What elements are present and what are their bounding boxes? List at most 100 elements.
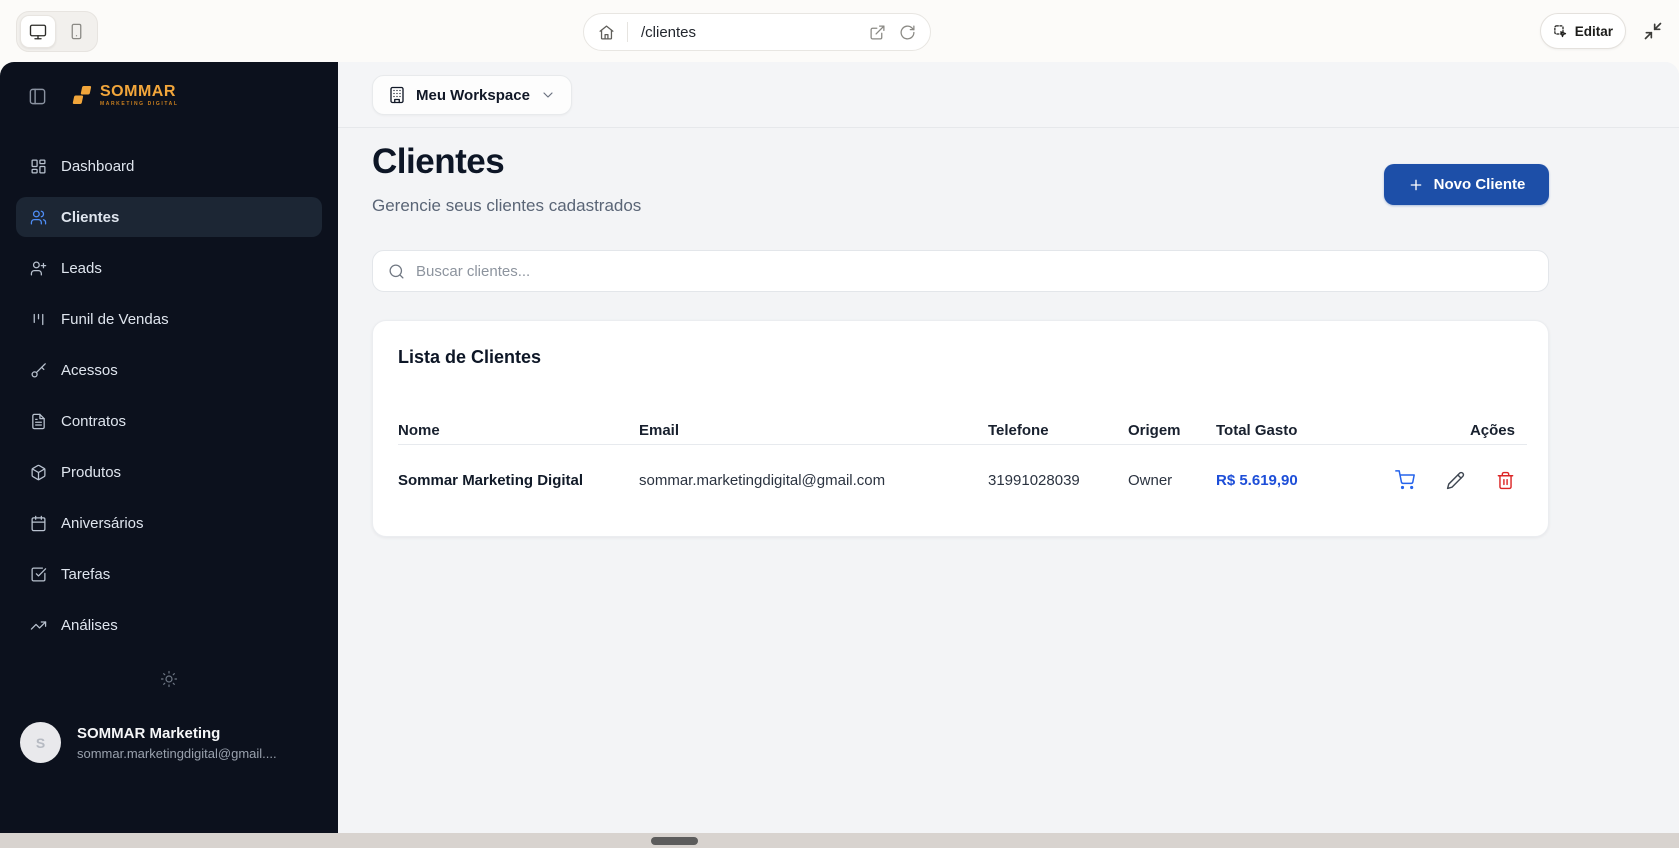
cell-nome: Sommar Marketing Digital: [398, 471, 584, 489]
sidebar-item-produtos[interactable]: Produtos: [16, 452, 322, 492]
cart-action-button[interactable]: [1395, 470, 1415, 490]
workspace-selector[interactable]: Meu Workspace: [372, 75, 572, 115]
sidebar-item-label: Produtos: [61, 463, 122, 481]
theme-toggle-button[interactable]: [160, 670, 178, 688]
topbar-right: Editar: [1539, 13, 1663, 49]
logo-text: SOMMAR: [100, 83, 176, 100]
user-email: sommar.marketingdigital@gmail....: [77, 745, 277, 761]
sidebar-item-tarefas[interactable]: Tarefas: [16, 554, 322, 594]
sidebar-item-contratos[interactable]: Contratos: [16, 401, 322, 441]
page-title: Clientes: [372, 142, 505, 181]
home-icon[interactable]: [598, 24, 615, 41]
minimize-arrows-icon: [1644, 22, 1662, 40]
package-icon: [31, 464, 46, 480]
url-bar[interactable]: /clientes: [583, 13, 931, 51]
user-profile[interactable]: S SOMMAR Marketing sommar.marketingdigit…: [20, 722, 320, 763]
file-text-icon: [32, 413, 45, 429]
shopping-cart-icon: [1395, 470, 1415, 490]
new-client-button[interactable]: Novo Cliente: [1384, 164, 1549, 205]
pencil-icon: [1446, 471, 1465, 489]
trash-icon: [1497, 471, 1514, 489]
sidebar-item-dashboard[interactable]: Dashboard: [16, 146, 322, 186]
key-icon: [31, 362, 46, 378]
clients-list-card: Lista de Clientes Nome Email Telefone Or…: [372, 320, 1549, 537]
sidebar: SOMMAR MARKETING DIGITAL Dashboard Clien…: [0, 62, 338, 833]
plus-icon: [1410, 179, 1421, 190]
column-header-acoes: Ações: [1469, 421, 1515, 439]
row-actions: [1382, 470, 1527, 490]
card-title: Lista de Clientes: [398, 347, 542, 367]
users-icon: [30, 209, 47, 225]
url-divider: [627, 22, 628, 42]
square-check-icon: [31, 566, 47, 582]
sun-icon: [160, 670, 178, 688]
edit-button[interactable]: Editar: [1539, 13, 1626, 49]
chevron-down-icon: [543, 92, 553, 98]
sidebar-item-label: Clientes: [61, 208, 120, 226]
calendar-icon: [31, 515, 46, 531]
workspace-bar: Meu Workspace: [338, 62, 1679, 128]
search-icon: [389, 263, 404, 279]
sommar-logo[interactable]: SOMMAR MARKETING DIGITAL: [71, 83, 179, 107]
column-header-nome: Nome: [398, 421, 440, 439]
cell-email: sommar.marketingdigital@gmail.com: [639, 471, 886, 489]
sidebar-item-analises[interactable]: Análises: [16, 605, 322, 645]
building-icon: [390, 86, 404, 104]
select-tool-icon: [1553, 24, 1566, 37]
sidebar-item-leads[interactable]: Leads: [16, 248, 322, 288]
sidebar-item-label: Acessos: [61, 361, 118, 379]
mobile-view-button[interactable]: [58, 15, 94, 48]
column-header-email: Email: [639, 421, 680, 439]
sidebar-item-label: Funil de Vendas: [61, 310, 169, 328]
horizontal-scrollbar-track[interactable]: [0, 833, 1679, 848]
table-row: Sommar Marketing Digital sommar.marketin…: [398, 445, 1527, 515]
sidebar-item-label: Dashboard: [61, 157, 135, 175]
avatar: S: [20, 722, 61, 763]
sidebar-item-label: Análises: [61, 616, 118, 634]
trending-up-icon: [30, 620, 47, 630]
cell-origem: Owner: [1128, 471, 1173, 489]
sidebar-item-aniversarios[interactable]: Aniversários: [16, 503, 322, 543]
workspace-label: Meu Workspace: [416, 86, 530, 104]
edit-action-button[interactable]: [1446, 471, 1465, 490]
sidebar-item-label: Leads: [61, 259, 102, 277]
horizontal-scrollbar-thumb[interactable]: [651, 837, 698, 845]
delete-action-button[interactable]: [1496, 471, 1515, 490]
desktop-view-button[interactable]: [20, 15, 57, 48]
sidebar-collapse-button[interactable]: [28, 87, 47, 106]
new-client-button-label: Novo Cliente: [1433, 176, 1526, 193]
column-header-telefone: Telefone: [988, 421, 1049, 439]
collapse-preview-button[interactable]: [1643, 21, 1663, 41]
logo-tagline: MARKETING DIGITAL: [100, 101, 179, 107]
sidebar-item-acessos[interactable]: Acessos: [16, 350, 322, 390]
url-path[interactable]: /clientes: [641, 24, 869, 41]
user-plus-icon: [30, 260, 47, 276]
refresh-icon[interactable]: [899, 24, 916, 41]
main-content: Meu Workspace Clientes Gerencie seus cli…: [338, 62, 1679, 833]
column-header-total-gasto: Total Gasto: [1216, 421, 1298, 439]
user-name: SOMMAR Marketing: [77, 724, 221, 742]
sommar-logo-icon: [72, 86, 92, 104]
device-toggle: [16, 11, 98, 52]
page-subtitle: Gerencie seus clientes cadastrados: [372, 196, 642, 215]
edit-button-label: Editar: [1574, 23, 1613, 39]
app-preview: SOMMAR MARKETING DIGITAL Dashboard Clien…: [0, 62, 1679, 833]
sidebar-item-label: Tarefas: [61, 565, 111, 583]
search-input[interactable]: [416, 262, 1533, 280]
cell-total-gasto: R$ 5.619,90: [1216, 471, 1298, 489]
sidebar-item-clientes[interactable]: Clientes: [16, 197, 322, 237]
smartphone-icon: [71, 23, 81, 40]
open-external-icon[interactable]: [869, 24, 886, 41]
search-bar: [372, 250, 1549, 292]
sidebar-item-label: Contratos: [61, 412, 127, 430]
panel-left-icon: [29, 88, 46, 105]
monitor-icon: [29, 24, 47, 39]
sidebar-item-funil-de-vendas[interactable]: Funil de Vendas: [16, 299, 322, 339]
sidebar-item-label: Aniversários: [61, 514, 144, 532]
kanban-icon: [33, 313, 44, 325]
table-header: Nome Email Telefone Origem Total Gasto A…: [398, 416, 1527, 444]
builder-topbar: /clientes Editar: [0, 0, 1679, 62]
cell-telefone: 31991028039: [988, 471, 1080, 489]
avatar-initial: S: [35, 734, 46, 751]
sidebar-nav: Dashboard Clientes Leads Funil de Vendas…: [16, 146, 322, 645]
